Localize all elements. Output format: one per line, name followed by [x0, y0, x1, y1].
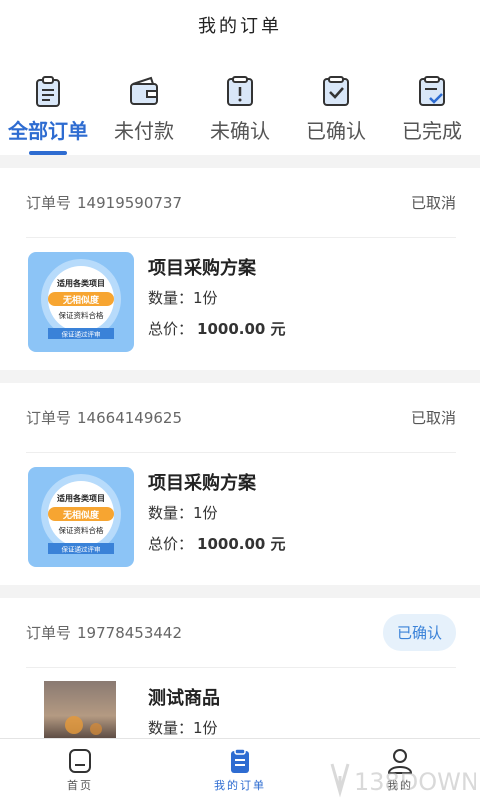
order-status: 已取消 [410, 194, 456, 212]
thumb-line-1: 适用各类项目 [57, 278, 105, 288]
quantity-value: 1份 [193, 719, 218, 737]
clipboard-check-icon [419, 76, 445, 106]
order-number: 订单号 14919590737 [26, 192, 182, 213]
product-total: 总价： 1000.00 元 [148, 533, 286, 554]
alert-box-icon [227, 76, 253, 106]
order-number-label: 订单号 [26, 194, 72, 212]
order-header: 订单号 14664149625 已取消 [26, 383, 456, 453]
watermark-logo: 138DOWN [330, 763, 476, 798]
top-bar: 我的订单 全部订单 未付款 未确认 已确认 已完成 [0, 0, 480, 155]
order-status: 已确认 [382, 614, 456, 651]
order-header: 订单号 14919590737 已取消 [26, 168, 456, 238]
order-number-label: 订单号 [26, 624, 72, 642]
quantity-value: 1份 [193, 289, 218, 307]
thumb-line-2: 无相似度 [62, 294, 100, 306]
page-title: 我的订单 [198, 16, 282, 37]
tab-label: 全部订单 [8, 119, 88, 143]
quantity-label: 数量： [148, 289, 194, 307]
tab-confirmed[interactable]: 已确认 [288, 70, 384, 155]
tab-unpaid[interactable]: 未付款 [96, 70, 192, 155]
product-thumbnail[interactable]: 适用各类项目 无相似度 保证资料合格 保证通过评审 [28, 467, 134, 567]
tab-label: 已确认 [306, 119, 366, 143]
clipboard-list-icon [36, 76, 60, 107]
order-status: 已取消 [410, 409, 456, 427]
order-number-value: 14664149625 [77, 409, 182, 427]
order-number: 订单号 19778453442 [26, 622, 182, 643]
watermark-text: 138DOWN [354, 768, 476, 796]
product-photo[interactable] [44, 681, 116, 739]
order-number-label: 订单号 [26, 409, 72, 427]
product-name[interactable]: 测试商品 [148, 684, 220, 710]
nav-home[interactable]: 首页 [0, 739, 160, 800]
product-name[interactable]: 项目采购方案 [148, 469, 256, 495]
thumb-line-2: 无相似度 [62, 509, 100, 521]
tab-unconfirmed[interactable]: 未确认 [192, 70, 288, 155]
product-quantity: 数量：1份 [148, 717, 218, 738]
nav-label: 我的订单 [214, 779, 266, 792]
order-number-value: 19778453442 [77, 624, 182, 642]
thumb-line-1: 适用各类项目 [57, 493, 105, 503]
wallet-icon [130, 76, 158, 105]
total-value: 1000.00 元 [197, 535, 286, 553]
product-name[interactable]: 项目采购方案 [148, 254, 256, 280]
order-number-value: 14919590737 [77, 194, 182, 212]
product-thumbnail[interactable]: 适用各类项目 无相似度 保证资料合格 保证通过评审 [28, 252, 134, 352]
order-clipboard-icon [231, 748, 249, 773]
product-quantity: 数量：1份 [148, 502, 218, 523]
thumb-line-3: 保证资料合格 [59, 525, 104, 535]
order-card[interactable]: 订单号 14664149625 已取消 适用各类项目 无相似度 保证资料合格 保证… [0, 383, 480, 585]
order-number: 订单号 14664149625 [26, 407, 182, 428]
quantity-value: 1份 [193, 504, 218, 522]
tab-label: 已完成 [402, 119, 462, 143]
thumb-line-4: 保证通过评审 [62, 330, 101, 339]
home-icon [69, 749, 91, 773]
check-box-icon [323, 76, 349, 106]
tab-label: 未付款 [114, 119, 174, 143]
nav-label: 首页 [67, 779, 93, 792]
order-card[interactable]: 订单号 14919590737 已取消 适用各类项目 无相似度 保证资料合格 保证… [0, 168, 480, 370]
quantity-label: 数量： [148, 719, 194, 737]
total-label: 总价： [148, 535, 194, 553]
quantity-label: 数量： [148, 504, 194, 522]
total-label: 总价： [148, 320, 194, 338]
tab-all-orders[interactable]: 全部订单 [0, 70, 96, 155]
tab-completed[interactable]: 已完成 [384, 70, 480, 155]
tab-label: 未确认 [210, 119, 270, 143]
nav-my-orders[interactable]: 我的订单 [160, 739, 320, 800]
thumb-line-4: 保证通过评审 [62, 545, 101, 554]
total-value: 1000.00 元 [197, 320, 286, 338]
order-header: 订单号 19778453442 已确认 [26, 598, 456, 668]
order-card[interactable]: 订单号 19778453442 已确认 测试商品 数量：1份 [0, 598, 480, 758]
active-tab-indicator [29, 151, 67, 155]
product-quantity: 数量：1份 [148, 287, 218, 308]
thumb-line-3: 保证资料合格 [59, 310, 104, 320]
order-tabs: 全部订单 未付款 未确认 已确认 已完成 [0, 70, 480, 155]
product-total: 总价： 1000.00 元 [148, 318, 286, 339]
